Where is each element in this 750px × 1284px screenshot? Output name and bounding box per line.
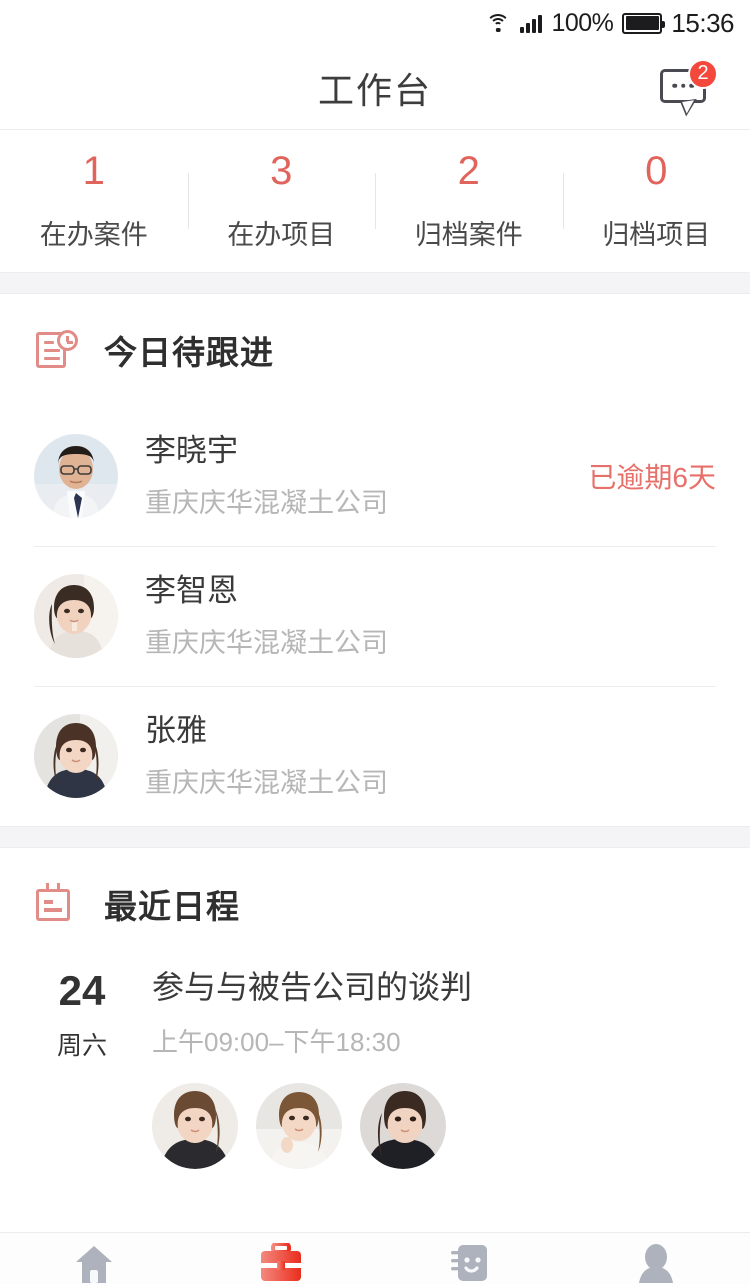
section-title: 最近日程	[104, 888, 240, 925]
list-item[interactable]: 张雅 重庆庆华混凝土公司	[0, 686, 750, 826]
schedule-date: 24 周六	[34, 968, 130, 1169]
schedule-time: 上午09:00–下午18:30	[152, 1027, 401, 1058]
message-button[interactable]: 2	[660, 58, 718, 117]
schedule-day: 24	[58, 967, 106, 1014]
section-separator	[0, 272, 750, 294]
stat-label: 归档案件	[414, 219, 523, 250]
battery-percent: 100%	[551, 8, 614, 37]
status-bar: 100% 15:36	[0, 0, 750, 46]
section-title: 今日待跟进	[104, 334, 274, 371]
stat-label: 归档项目	[602, 219, 711, 250]
bottom-tab-bar	[0, 1232, 750, 1284]
avatar	[34, 574, 118, 658]
stat-item-archived-cases[interactable]: 2 归档案件	[375, 151, 563, 252]
follow-up-section-header: 今日待跟进	[0, 294, 750, 406]
avatar	[34, 434, 118, 518]
stat-label: 在办案件	[39, 219, 148, 250]
contact-name: 李晓宇	[145, 433, 238, 469]
signal-bars-icon	[520, 14, 543, 33]
message-badge: 2	[688, 58, 718, 89]
status-badge: 已逾期6天	[588, 462, 716, 493]
avatar	[34, 714, 118, 798]
wifi-icon	[485, 13, 511, 33]
document-clock-icon	[34, 328, 78, 372]
tab-workbench[interactable]	[188, 1233, 376, 1284]
page-title: 工作台	[317, 69, 432, 111]
contact-org: 重庆庆华混凝土公司	[145, 767, 388, 798]
list-item[interactable]: 李智恩 重庆庆华混凝土公司	[0, 546, 750, 686]
briefcase-icon	[261, 1243, 302, 1281]
schedule-title: 参与与被告公司的谈判	[152, 969, 473, 1005]
status-time: 15:36	[671, 7, 734, 38]
contact-org: 重庆庆华混凝土公司	[145, 627, 388, 658]
contact-org: 重庆庆华混凝土公司	[145, 487, 388, 518]
participant-avatar[interactable]	[256, 1083, 342, 1170]
stat-value: 0	[645, 148, 668, 193]
schedule-item[interactable]: 24 周六 参与与被告公司的谈判 上午09:00–下午18:30	[34, 960, 716, 1170]
schedule-section-header: 最近日程	[0, 848, 750, 960]
follow-up-contact-list: 李晓宇 重庆庆华混凝土公司 已逾期6天 李智恩 重庆庆华混凝土公司 张雅 重庆庆…	[0, 406, 750, 826]
battery-full-icon	[622, 12, 666, 34]
home-icon	[75, 1246, 112, 1283]
schedule-list: 24 周六 参与与被告公司的谈判 上午09:00–下午18:30	[0, 960, 750, 1170]
stat-item-active-projects[interactable]: 3 在办项目	[188, 151, 376, 252]
contacts-icon	[450, 1245, 487, 1281]
stat-item-archived-projects[interactable]: 0 归档项目	[563, 151, 750, 252]
participant-avatar[interactable]	[152, 1083, 238, 1170]
stat-value: 1	[82, 148, 105, 193]
tab-profile[interactable]	[563, 1233, 750, 1284]
list-item[interactable]: 李晓宇 重庆庆华混凝土公司 已逾期6天	[0, 406, 750, 546]
stat-label: 在办项目	[227, 219, 336, 250]
contact-name: 张雅	[145, 713, 207, 749]
stat-value: 2	[457, 148, 480, 193]
section-separator	[0, 826, 750, 848]
profile-icon	[639, 1244, 674, 1283]
stat-value: 3	[270, 148, 293, 193]
tab-home[interactable]	[0, 1233, 188, 1284]
workbench-screen: 100% 15:36 工作台 2 1 在办案件 3 在办项目 2 归档案件 0 …	[0, 0, 750, 1284]
stat-item-active-cases[interactable]: 1 在办案件	[0, 151, 188, 252]
calendar-icon	[34, 882, 78, 926]
navbar: 工作台 2	[0, 46, 750, 130]
schedule-weekday: 周六	[56, 1032, 107, 1060]
schedule-participants	[152, 1083, 716, 1170]
bubble-tail	[679, 98, 700, 117]
contact-name: 李智恩	[145, 573, 238, 609]
stats-row: 1 在办案件 3 在办项目 2 归档案件 0 归档项目	[0, 130, 750, 272]
participant-avatar[interactable]	[360, 1083, 446, 1170]
tab-contacts[interactable]	[375, 1233, 563, 1284]
